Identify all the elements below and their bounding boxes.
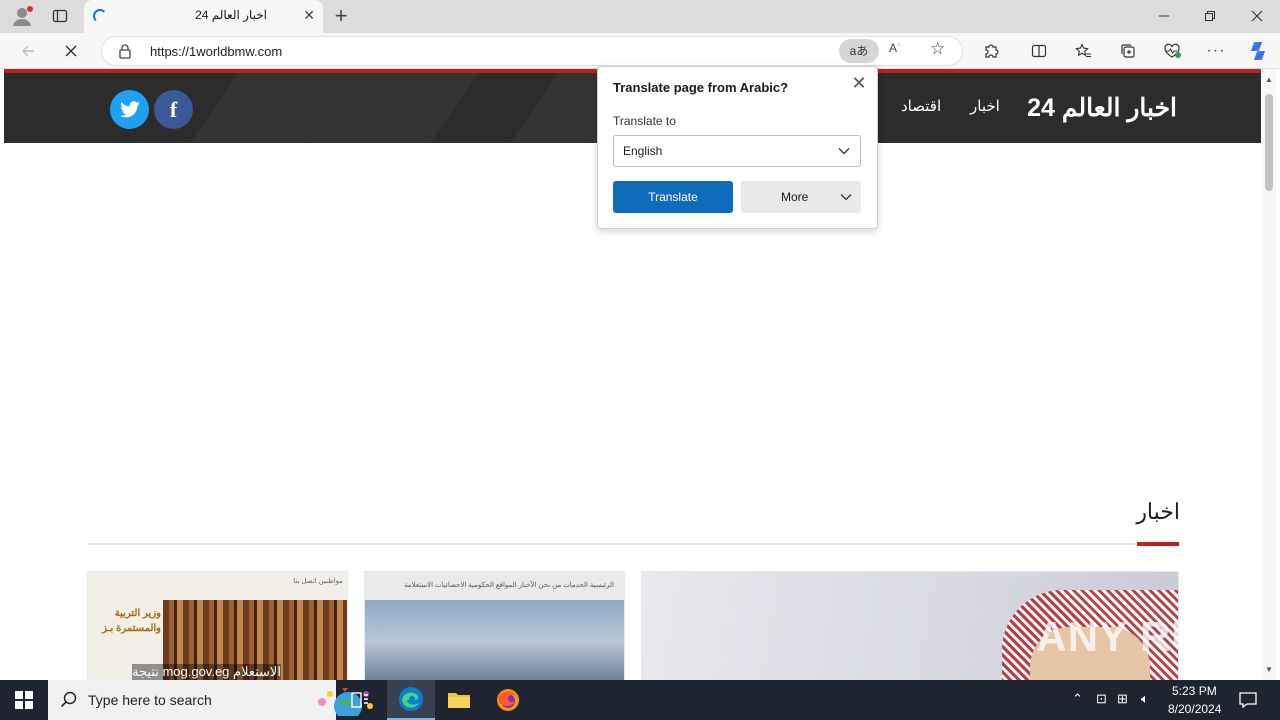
taskbar-firefox[interactable] [484,680,532,720]
url-text[interactable]: https://1worldbmw.com [150,44,282,59]
vertical-scrollbar[interactable]: ▲ ▼ [1262,69,1276,680]
back-arrow-icon [22,45,34,57]
chevron-down-icon [840,194,852,201]
nav-link-economy[interactable]: اقتصاد [901,97,941,115]
volume-icon[interactable]: 🔈︎ [1141,691,1149,707]
collections-icon [1121,44,1135,58]
translate-button[interactable]: Translate [613,181,733,213]
firefox-icon [497,689,519,711]
puzzle-icon [985,44,999,58]
popup-title: Translate page from Arabic? [613,80,789,95]
scroll-down-icon[interactable]: ▼ [1265,665,1273,674]
restore-button[interactable] [1187,0,1233,32]
scroll-up-icon[interactable]: ▲ [1265,75,1273,84]
taskbar-search-box[interactable]: Type here to search [48,680,373,720]
scrollbar-thumb[interactable] [1265,94,1273,191]
news-card[interactable]: مواطنين اتصل بنا وزير التربية والمستمرة … [87,571,348,680]
tab-close-icon[interactable]: ✕ [303,7,315,24]
collections-button[interactable] [1114,37,1142,65]
lock-icon[interactable] [118,44,132,59]
edge-icon [399,687,423,711]
card-caption[interactable]: الاستعلام mog.gov.eg نتيجة [132,664,281,680]
translate-popup: Translate page from Arabic? ✕ Translate … [597,66,878,229]
browser-toolbar: https://1worldbmw.com aあ Aʾ ☆ ··· [0,33,1280,69]
clock-time[interactable]: 5:23 PM [1172,684,1217,698]
stop-loading-button[interactable] [57,37,85,65]
task-view-button[interactable] [336,680,384,720]
translate-to-label: Translate to [613,114,676,128]
stop-icon [65,45,77,57]
section-accent-bar [1137,542,1179,546]
task-view-icon [351,692,368,708]
profile-icon [13,6,33,26]
split-screen-button[interactable] [1025,37,1053,65]
split-screen-icon [1031,44,1047,58]
card-thumbnail-nav: مواطنين اتصل بنا [293,578,343,585]
copilot-button[interactable] [1244,37,1272,65]
taskbar-edge-app[interactable] [387,680,435,720]
tab-title: اخبار العالم 24 [195,8,267,22]
folder-icon [448,693,470,708]
back-button[interactable] [14,37,42,65]
watermark-logo: ANY RUN [1036,613,1234,660]
copilot-icon [1251,42,1265,60]
tab-actions-icon [52,9,68,23]
close-icon [1251,10,1263,22]
clock-date[interactable]: 8/20/2024 [1168,702,1221,716]
minimize-icon [1159,15,1169,17]
card-thumbnail-nav: الرئيسية الخدمات من نحن الأخبار المواقع … [404,582,614,589]
address-bar[interactable]: https://1worldbmw.com aあ Aʾ ☆ [101,36,963,66]
search-placeholder: Type here to search [88,692,212,708]
language-select[interactable]: English [613,135,861,167]
tab-strip: اخبار العالم 24 ✕ + [0,0,1280,33]
translate-icon: aあ [849,44,869,58]
news-card[interactable]: الرئيسية الخدمات من نحن الأخبار المواقع … [364,571,625,680]
language-select-value: English [623,144,663,158]
meet-now-icon[interactable]: ⊡ [1096,691,1107,707]
translate-page-button[interactable]: aあ [839,39,879,63]
favorites-icon [1074,43,1091,58]
minimize-button[interactable] [1141,0,1187,32]
restore-icon [1205,11,1215,21]
section-title: اخبار [1136,499,1180,524]
search-icon [60,691,77,708]
close-window-button[interactable] [1234,0,1280,32]
read-aloud-icon[interactable]: Aʾ [889,41,901,55]
browser-tab[interactable]: اخبار العالم 24 ✕ [84,0,323,33]
windows-logo-icon [15,691,33,709]
popup-close-icon[interactable]: ✕ [850,73,868,94]
nav-link-news[interactable]: اخبار [970,97,1000,115]
extensions-button[interactable] [977,37,1005,65]
notification-center-icon[interactable] [1238,690,1258,710]
more-dots-icon: ··· [1206,42,1226,59]
profile-button[interactable] [7,2,37,30]
more-button-label: More [781,190,809,204]
facebook-icon[interactable]: f [154,90,193,129]
chevron-down-icon [838,148,850,155]
browser-essentials-button[interactable] [1158,37,1186,65]
section-divider [88,543,1179,545]
favorites-button[interactable] [1069,37,1097,65]
plus-icon: + [334,3,348,28]
more-options-button[interactable]: More [741,181,861,213]
windows-taskbar: Type here to search ⌃ ⊡ ⊞ 🔈︎ 5:23 PM 8/2… [0,680,1280,720]
taskbar-file-explorer[interactable] [435,680,483,720]
loading-spinner-icon [93,9,107,23]
heartbeat-icon [1164,43,1181,58]
network-icon[interactable]: ⊞ [1117,691,1128,707]
twitter-icon[interactable] [110,90,149,129]
show-hidden-icons-chevron-icon[interactable]: ⌃ [1072,691,1083,707]
add-favorite-star-icon[interactable]: ☆ [930,39,945,59]
site-logo[interactable]: اخبار العالم 24 [1027,93,1177,123]
new-tab-button[interactable]: + [328,4,354,30]
tab-actions-button[interactable] [45,2,75,30]
card-thumbnail-headline: وزير التربية والمستمرة بـز [102,608,161,634]
start-button[interactable] [0,680,48,720]
settings-more-button[interactable]: ··· [1202,37,1230,65]
